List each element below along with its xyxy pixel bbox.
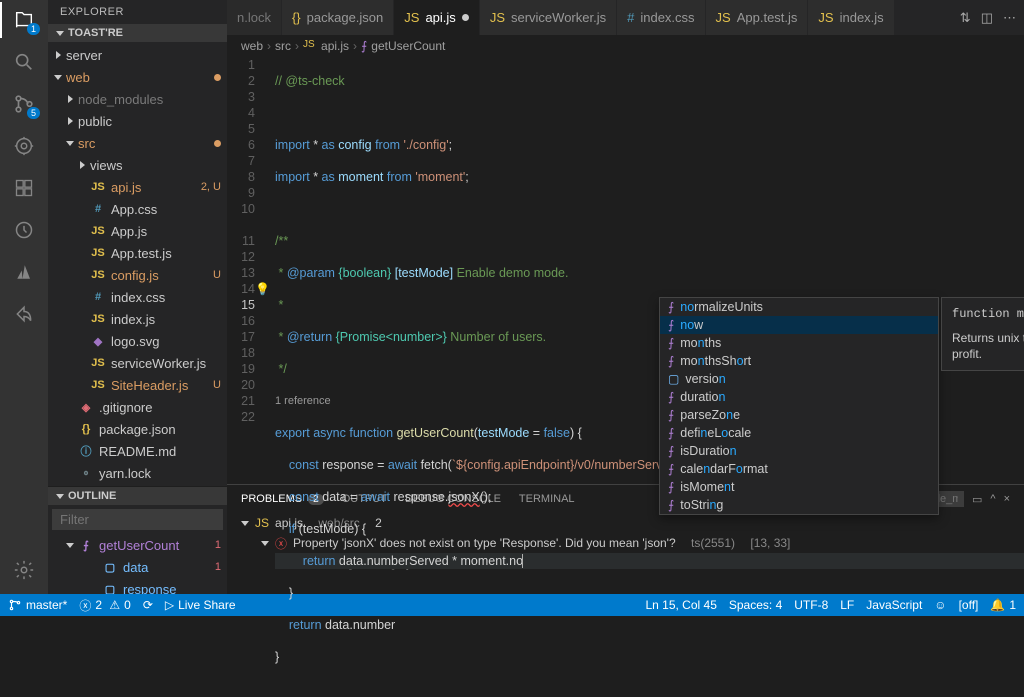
sidebar: EXPLORER TOAST'RE server web node_module… — [48, 0, 227, 594]
tree-file-indexjs[interactable]: JSindex.js — [48, 308, 227, 330]
split-icon[interactable]: ◫ — [981, 10, 993, 26]
suggest-item[interactable]: ⨍monthsShort — [660, 352, 938, 370]
outline-fn[interactable]: ⨍getUserCount1 — [48, 534, 227, 556]
file-tree: server web node_modules public src views… — [48, 42, 227, 486]
tree-file-api[interactable]: JSapi.js2, U — [48, 176, 227, 198]
outline-filter-input[interactable] — [52, 509, 223, 530]
status-sync[interactable]: ⟳ — [143, 598, 153, 612]
suggest-item[interactable]: ⨍isDuration — [660, 442, 938, 460]
settings-icon[interactable] — [12, 558, 36, 582]
tab-apptest[interactable]: JSApp.test.js — [706, 0, 809, 35]
editor-group: n.lock {}package.json JSapi.js JSservice… — [227, 0, 1024, 594]
editor-tabs: n.lock {}package.json JSapi.js JSservice… — [227, 0, 1024, 35]
debug-icon[interactable] — [12, 134, 36, 158]
outline-header[interactable]: OUTLINE — [48, 487, 227, 505]
status-branch[interactable]: master* — [8, 598, 67, 612]
tab-package[interactable]: {}package.json — [282, 0, 394, 35]
suggest-widget[interactable]: ⨍normalizeUnits ⨍now ⨍months ⨍monthsShor… — [659, 297, 939, 515]
diff-icon[interactable]: ⇅ — [960, 10, 971, 26]
project-header[interactable]: TOAST'RE — [48, 24, 227, 42]
tab-indexcss[interactable]: #index.css — [617, 0, 705, 35]
extensions-icon[interactable] — [12, 176, 36, 200]
suggest-item[interactable]: ⨍isMoment — [660, 478, 938, 496]
explorer-title: EXPLORER — [48, 0, 227, 24]
suggest-item-selected[interactable]: ⨍now — [660, 316, 938, 334]
tree-file-appjs[interactable]: JSApp.js — [48, 220, 227, 242]
tab-api[interactable]: JSapi.js — [394, 0, 480, 35]
tree-file-sw[interactable]: JSserviceWorker.js — [48, 352, 227, 374]
tab-indexjs[interactable]: JSindex.js — [808, 0, 894, 35]
tree-folder-web[interactable]: web — [48, 66, 227, 88]
status-errors[interactable]: ⓧ 2 ⚠ 0 — [79, 597, 130, 614]
suggest-item[interactable]: ⨍toString — [660, 496, 938, 514]
more-icon[interactable]: ⋯ — [1003, 10, 1016, 26]
azure-icon[interactable] — [12, 260, 36, 284]
tree-folder-src[interactable]: src — [48, 132, 227, 154]
tab-yarnlock[interactable]: n.lock — [227, 0, 282, 35]
modified-dot-icon — [462, 14, 469, 21]
tree-file-config[interactable]: JSconfig.jsU — [48, 264, 227, 286]
suggest-item[interactable]: ⨍duration — [660, 388, 938, 406]
tree-folder-views[interactable]: views — [48, 154, 227, 176]
status-liveshare[interactable]: ▷ Live Share — [165, 598, 236, 612]
search-icon[interactable] — [12, 50, 36, 74]
tree-folder-public[interactable]: public — [48, 110, 227, 132]
tree-file-siteheader[interactable]: JSSiteHeader.jsU — [48, 374, 227, 396]
suggest-item[interactable]: ⨍months — [660, 334, 938, 352]
tree-file-readme[interactable]: ⓘREADME.md — [48, 440, 227, 462]
timeline-icon[interactable] — [12, 218, 36, 242]
tree-file-indexcss[interactable]: #index.css — [48, 286, 227, 308]
tree-folder-node-modules[interactable]: node_modules — [48, 88, 227, 110]
suggest-doc: × function moment.now(): number Returns … — [941, 297, 1024, 371]
explorer-icon[interactable]: 1 — [12, 8, 36, 32]
code-editor[interactable]: 💡 12345678910 111213141516171819202122 /… — [227, 57, 1024, 484]
suggest-item[interactable]: ⨍calendarFormat — [660, 460, 938, 478]
tree-folder-server[interactable]: server — [48, 44, 227, 66]
line-gutter: 12345678910 111213141516171819202122 — [227, 57, 265, 425]
liveshare-icon[interactable] — [12, 302, 36, 326]
outline-data[interactable]: ▢data1 — [48, 556, 227, 578]
suggest-item[interactable]: ⨍normalizeUnits — [660, 298, 938, 316]
tree-file-yarn[interactable]: ⚬yarn.lock — [48, 462, 227, 484]
suggest-item[interactable]: ⨍defineLocale — [660, 424, 938, 442]
tree-file-package[interactable]: {}package.json — [48, 418, 227, 440]
tree-file-apptest[interactable]: JSApp.test.js — [48, 242, 227, 264]
breadcrumb[interactable]: web› src› JSapi.js› ⨍getUserCount — [227, 35, 1024, 57]
suggest-item[interactable]: ⨍parseZone — [660, 406, 938, 424]
scm-icon[interactable]: 5 — [12, 92, 36, 116]
tree-file-gitignore[interactable]: ◈.gitignore — [48, 396, 227, 418]
tab-sw[interactable]: JSserviceWorker.js — [480, 0, 617, 35]
suggest-item[interactable]: ▢version — [660, 370, 938, 388]
tree-file-logo[interactable]: ◆logo.svg — [48, 330, 227, 352]
tree-file-appcss[interactable]: #App.css — [48, 198, 227, 220]
activity-bar: 1 5 — [0, 0, 48, 594]
